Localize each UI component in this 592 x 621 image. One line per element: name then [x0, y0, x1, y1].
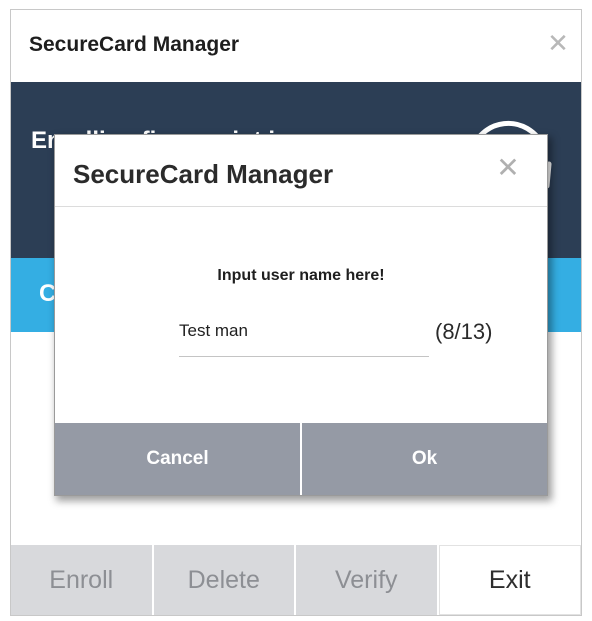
dialog-body: Input user name here! (8/13)	[55, 207, 547, 427]
exit-button[interactable]: Exit	[438, 545, 581, 615]
main-footer: Enroll Delete Verify Exit	[11, 545, 581, 615]
dialog-titlebar: SecureCard Manager ✕	[55, 135, 547, 207]
close-icon[interactable]: ✕	[495, 154, 521, 182]
username-input[interactable]	[179, 313, 429, 357]
verify-button[interactable]: Verify	[296, 545, 439, 615]
input-prompt: Input user name here!	[217, 267, 385, 284]
dialog-button-bar: Cancel Ok	[55, 423, 547, 495]
screen: SecureCard Manager ✕ Enrolling fingerpri…	[0, 0, 592, 621]
ok-button[interactable]: Ok	[302, 423, 547, 495]
delete-button[interactable]: Delete	[153, 545, 296, 615]
close-icon[interactable]: ✕	[545, 30, 571, 56]
main-window-title: SecureCard Manager	[29, 33, 240, 56]
dialog-title: SecureCard Manager	[73, 159, 334, 189]
enroll-button[interactable]: Enroll	[11, 545, 154, 615]
main-titlebar: SecureCard Manager ✕	[11, 10, 581, 82]
username-dialog: SecureCard Manager ✕ Input user name her…	[54, 134, 548, 496]
cancel-button[interactable]: Cancel	[55, 423, 302, 495]
character-counter: (8/13)	[435, 319, 493, 344]
